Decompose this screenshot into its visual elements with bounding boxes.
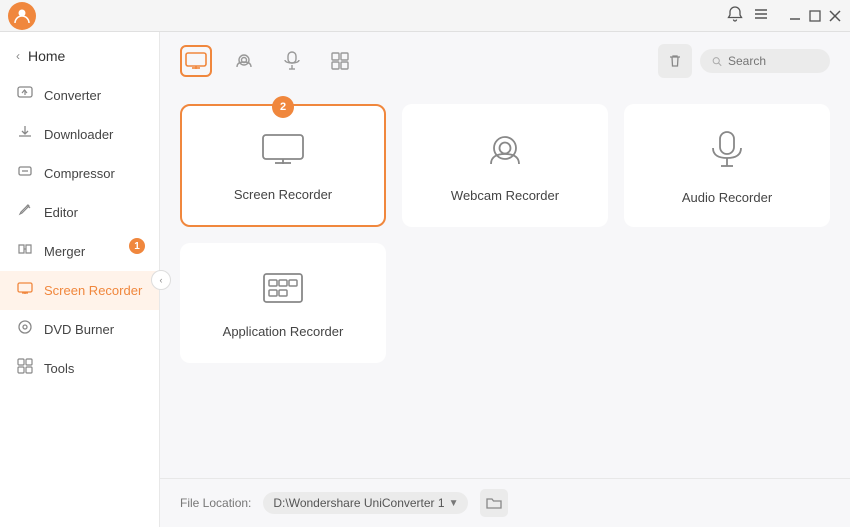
sidebar-item-compressor[interactable]: Compressor xyxy=(0,154,159,193)
screen-recorder-card-label: Screen Recorder xyxy=(234,187,332,202)
menu-icon[interactable] xyxy=(752,5,770,27)
sidebar-item-tools[interactable]: Tools xyxy=(0,349,159,388)
editor-label: Editor xyxy=(44,205,78,220)
compressor-icon xyxy=(16,163,34,184)
file-location-label: File Location: xyxy=(180,496,251,510)
application-recorder-card-icon xyxy=(262,272,304,312)
sidebar-home[interactable]: ‹ Home xyxy=(0,40,159,76)
tab-apps[interactable] xyxy=(324,45,356,77)
tab-audio[interactable] xyxy=(276,45,308,77)
recorder-grid: 2 Screen Recorder xyxy=(180,104,830,363)
maximize-button[interactable] xyxy=(808,9,822,23)
file-location-select[interactable]: D:\Wondershare UniConverter 1 ▼ xyxy=(263,492,468,514)
open-folder-button[interactable] xyxy=(480,489,508,517)
sidebar-item-dvd-burner[interactable]: DVD Burner xyxy=(0,310,159,349)
bell-icon[interactable] xyxy=(726,5,744,27)
downloader-icon xyxy=(16,124,34,145)
sidebar: ‹ Home Converter Downloader xyxy=(0,32,160,527)
screen-recorder-card[interactable]: 2 Screen Recorder xyxy=(180,104,386,227)
audio-recorder-card[interactable]: Audio Recorder xyxy=(624,104,830,227)
sidebar-item-screen-recorder[interactable]: Screen Recorder xyxy=(0,271,159,310)
sidebar-item-merger[interactable]: Merger 1 xyxy=(0,232,159,271)
screen-recorder-badge: 2 xyxy=(272,96,294,118)
tools-icon xyxy=(16,358,34,379)
converter-icon xyxy=(16,85,34,106)
title-bar xyxy=(0,0,850,32)
minimize-button[interactable] xyxy=(788,9,802,23)
webcam-recorder-card-icon xyxy=(485,132,525,176)
bottom-bar: File Location: D:\Wondershare UniConvert… xyxy=(160,478,850,527)
toolbar-right xyxy=(658,44,830,78)
application-recorder-card[interactable]: Application Recorder xyxy=(180,243,386,363)
sidebar-collapse-button[interactable]: ‹ xyxy=(151,270,171,290)
sidebar-item-converter[interactable]: Converter xyxy=(0,76,159,115)
back-arrow-icon: ‹ xyxy=(16,49,20,63)
chevron-down-icon: ▼ xyxy=(449,498,459,509)
audio-recorder-card-icon xyxy=(709,130,745,178)
editor-icon xyxy=(16,202,34,223)
audio-recorder-card-label: Audio Recorder xyxy=(682,190,772,205)
trash-button[interactable] xyxy=(658,44,692,78)
search-box[interactable] xyxy=(700,49,830,73)
tab-webcam[interactable] xyxy=(228,45,260,77)
main-content: 2 Screen Recorder xyxy=(160,32,850,527)
toolbar xyxy=(160,32,850,88)
webcam-recorder-card-label: Webcam Recorder xyxy=(451,188,559,203)
search-input[interactable] xyxy=(728,54,818,68)
merger-label: Merger xyxy=(44,244,85,259)
titlebar-icons xyxy=(726,5,770,27)
dvd-burner-label: DVD Burner xyxy=(44,322,114,337)
toolbar-tabs xyxy=(180,45,646,77)
screen-recorder-label: Screen Recorder xyxy=(44,283,142,298)
screen-recorder-icon xyxy=(16,280,34,301)
application-recorder-card-label: Application Recorder xyxy=(223,324,344,339)
search-icon xyxy=(712,55,722,68)
dvd-burner-icon xyxy=(16,319,34,340)
grid-area: 2 Screen Recorder xyxy=(160,88,850,478)
compressor-label: Compressor xyxy=(44,166,115,181)
merger-icon xyxy=(16,241,34,262)
home-label: Home xyxy=(28,48,65,64)
tab-screen[interactable] xyxy=(180,45,212,77)
app-body: ‹ Home Converter Downloader xyxy=(0,32,850,527)
close-button[interactable] xyxy=(828,9,842,23)
converter-label: Converter xyxy=(44,88,101,103)
screen-recorder-card-icon xyxy=(261,133,305,175)
webcam-recorder-card[interactable]: Webcam Recorder xyxy=(402,104,608,227)
merger-badge: 1 xyxy=(129,238,145,254)
tools-label: Tools xyxy=(44,361,74,376)
sidebar-item-downloader[interactable]: Downloader xyxy=(0,115,159,154)
sidebar-item-editor[interactable]: Editor xyxy=(0,193,159,232)
file-path-text: D:\Wondershare UniConverter 1 xyxy=(273,496,444,510)
user-avatar[interactable] xyxy=(8,2,36,30)
downloader-label: Downloader xyxy=(44,127,113,142)
